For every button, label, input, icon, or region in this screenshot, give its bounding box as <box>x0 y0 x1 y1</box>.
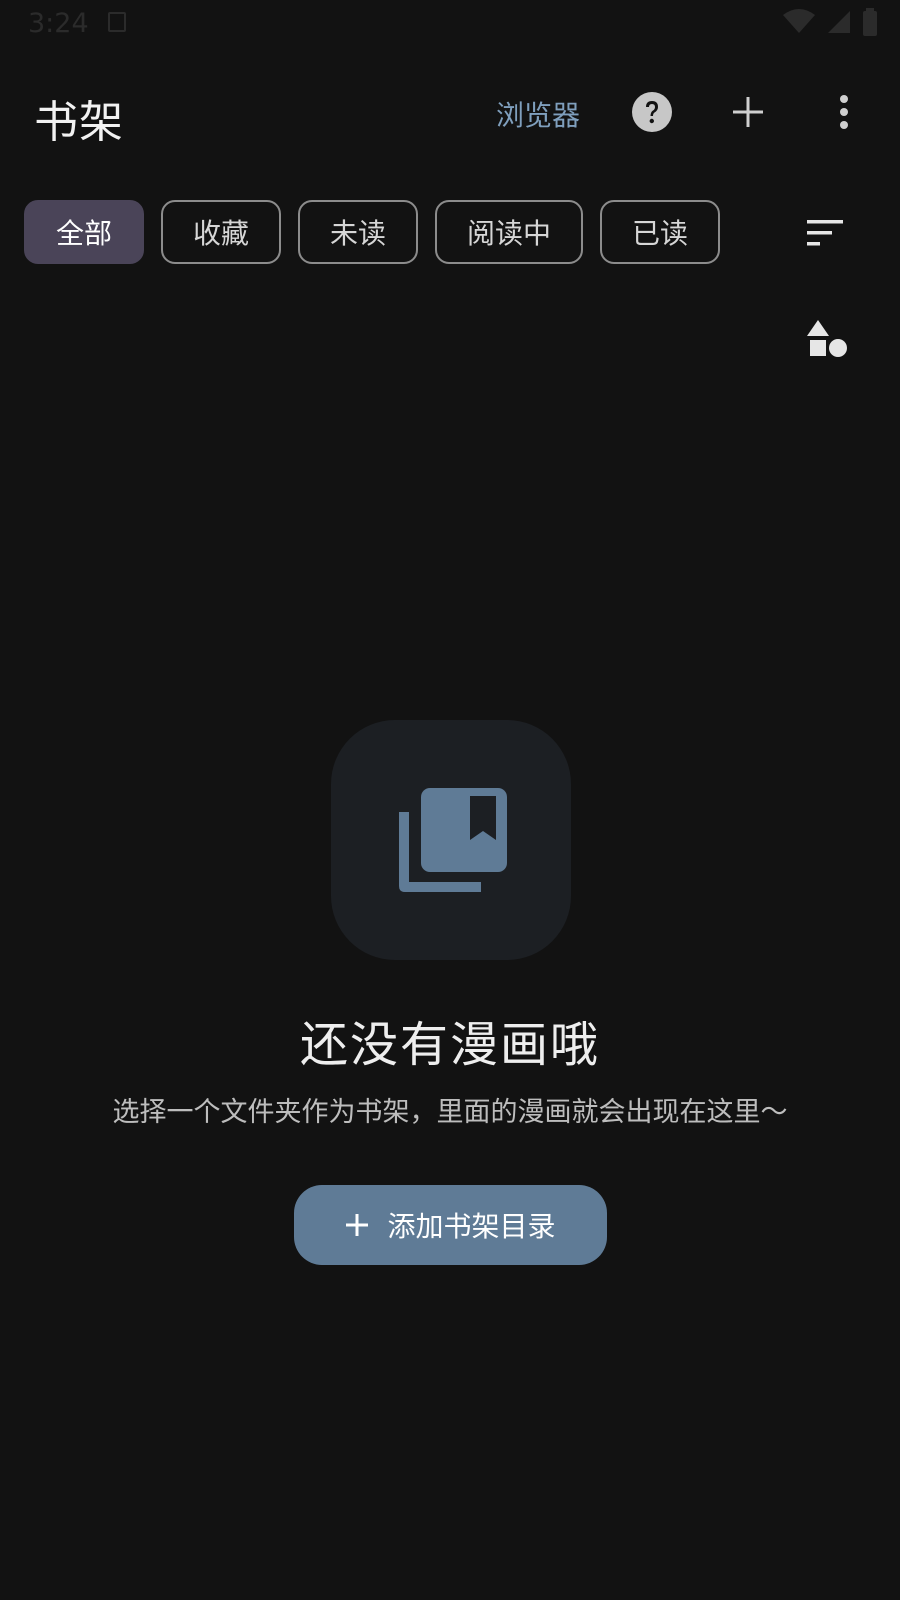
plus-icon <box>733 97 763 127</box>
page-title: 书架 <box>34 97 124 148</box>
signal-icon <box>828 11 850 33</box>
view-mode-button[interactable] <box>800 316 850 366</box>
shapes-icon <box>807 320 847 357</box>
help-button[interactable] <box>622 82 682 142</box>
chip-unread[interactable]: 未读 <box>298 200 418 264</box>
empty-state-illustration <box>331 720 571 960</box>
chip-read[interactable]: 已读 <box>600 200 720 264</box>
library-bookmark-icon <box>399 788 507 892</box>
top-app-bar: 书架 浏览器 <box>0 60 900 170</box>
empty-state-title: 还没有漫画哦 <box>299 1017 600 1073</box>
help-circle-icon <box>632 92 672 132</box>
empty-state-subtitle: 选择一个文件夹作为书架，里面的漫画就会出现在这里～ <box>112 1097 788 1128</box>
chip-all[interactable]: 全部 <box>24 200 144 264</box>
add-shelf-directory-label: 添加书架目录 <box>387 1210 556 1243</box>
status-time: 3:24 <box>28 8 89 39</box>
sort-button[interactable] <box>800 208 850 258</box>
battery-icon <box>863 8 877 36</box>
add-button[interactable] <box>718 82 778 142</box>
plus-icon <box>346 1214 369 1236</box>
browser-button[interactable]: 浏览器 <box>496 94 580 134</box>
status-bar: 3:24 <box>0 0 900 48</box>
more-vertical-icon <box>840 95 848 129</box>
bookshelf-screen: 3:24 书架 浏览器 全部 收藏 未读 阅读中 已读 还没有漫画哦 选择一个文… <box>0 0 900 1600</box>
add-shelf-directory-button[interactable]: 添加书架目录 <box>294 1185 607 1265</box>
sort-icon <box>807 220 843 246</box>
chip-favorites[interactable]: 收藏 <box>161 200 281 264</box>
notification-a-icon <box>108 12 126 32</box>
wifi-icon <box>783 9 815 33</box>
more-options-button[interactable] <box>814 82 874 142</box>
status-icons <box>782 8 878 36</box>
chip-reading[interactable]: 阅读中 <box>435 200 583 264</box>
